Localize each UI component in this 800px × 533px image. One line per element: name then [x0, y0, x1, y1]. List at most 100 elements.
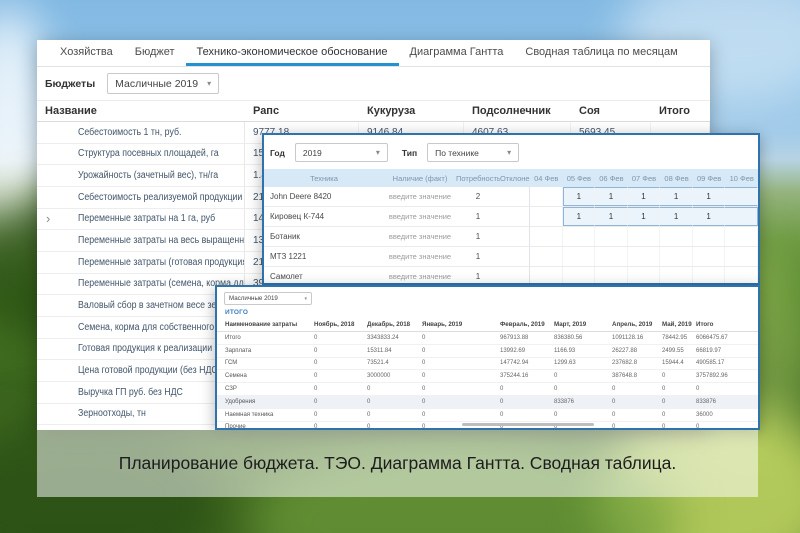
day-cell[interactable]: 1 [628, 207, 661, 226]
day-cell[interactable] [725, 187, 758, 206]
day-cell[interactable] [693, 247, 726, 266]
day-cell[interactable] [563, 267, 596, 285]
tab-gantt-chart[interactable]: Диаграмма Гантта [399, 40, 515, 66]
budget-select[interactable]: Масличные 2019 ▾ [107, 73, 219, 94]
row-label: Зерноотходы, тн [78, 408, 146, 419]
gantt-row[interactable]: John Deere 8420введите значение211111 [264, 187, 758, 207]
gantt-controls: Год 2019 ▾ Тип По технике ▾ [264, 135, 758, 162]
summary-group-label[interactable]: ИТОГО [225, 309, 758, 316]
day-cell[interactable]: 1 [628, 187, 661, 206]
availability-input[interactable]: введите значение [384, 227, 456, 246]
month-cell: 0 [420, 399, 498, 405]
need-cell: 1 [456, 227, 500, 246]
day-cell[interactable] [725, 227, 758, 246]
day-cell[interactable] [563, 247, 596, 266]
summary-row[interactable]: Семена030000000375244.160387648.80375789… [217, 370, 758, 383]
machine-name: John Deere 8420 [264, 187, 384, 206]
cost-name: СЗР [217, 386, 312, 392]
day-cell[interactable] [530, 247, 563, 266]
summary-row[interactable]: СЗР00000000 [217, 383, 758, 396]
day-cell[interactable]: 1 [595, 187, 628, 206]
month-cell: 490585.17 [694, 360, 758, 366]
row-name: Структура посевных площадей, га [37, 144, 245, 165]
day-cell[interactable] [660, 247, 693, 266]
availability-input[interactable]: введите значение [384, 207, 456, 226]
day-cell[interactable] [628, 267, 661, 285]
day-cell[interactable]: 1 [693, 207, 726, 226]
day-cell[interactable] [693, 267, 726, 285]
month-cell: 0 [420, 360, 498, 366]
month-cell: 0 [610, 399, 660, 405]
need-cell: 1 [456, 207, 500, 226]
tab-budget[interactable]: Бюджет [124, 40, 186, 66]
summary-budget-select[interactable]: Масличные 2019 ▾ [224, 292, 312, 305]
day-cell[interactable] [530, 207, 563, 226]
month-cell: 0 [312, 412, 365, 418]
row-label: Себестоимость 1 тн, руб. [78, 127, 181, 138]
summary-row[interactable]: Удобрения000083387600833876 [217, 396, 758, 409]
column-header: Наличие (факт) [384, 174, 456, 183]
month-cell: 6066475.67 [694, 335, 758, 341]
day-cell[interactable] [595, 267, 628, 285]
deviation-cell [500, 207, 530, 226]
availability-input[interactable]: введите значение [384, 267, 456, 285]
month-cell: 3343833.24 [365, 335, 420, 341]
summary-panel: Масличные 2019 ▾ ИТОГО Наименование затр… [215, 285, 760, 430]
day-cell[interactable] [693, 227, 726, 246]
day-cell[interactable]: 1 [563, 207, 596, 226]
column-header: Итого [651, 105, 710, 117]
day-cell[interactable] [530, 267, 563, 285]
availability-input[interactable]: введите значение [384, 187, 456, 206]
day-cell[interactable]: 1 [660, 207, 693, 226]
row-label: Себестоимость реализуемой продукции [78, 192, 242, 203]
horizontal-scrollbar[interactable] [462, 423, 594, 426]
machine-name: МТЗ 1221 [264, 247, 384, 266]
day-cell[interactable] [530, 187, 563, 206]
column-header: Апрель, 2019 [610, 321, 660, 328]
day-cell[interactable] [725, 247, 758, 266]
gantt-row[interactable]: Самолетвведите значение1 [264, 267, 758, 285]
month-cell: 0 [420, 335, 498, 341]
column-header: Ноябрь, 2018 [312, 321, 365, 328]
type-select[interactable]: По технике ▾ [427, 143, 519, 162]
month-cell: 0 [498, 412, 552, 418]
row-name: Переменные затраты (семена, корма для со… [37, 274, 245, 295]
day-cell[interactable] [628, 247, 661, 266]
month-cell: 1299.63 [552, 360, 610, 366]
deviation-cell [500, 267, 530, 285]
column-header: Кукуруза [359, 105, 464, 117]
gantt-row[interactable]: Кировец К-744введите значение111111 [264, 207, 758, 227]
tab-monthly-summary[interactable]: Сводная таблица по месяцам [514, 40, 688, 66]
month-cell: 78442.95 [660, 335, 694, 341]
day-cell[interactable] [595, 227, 628, 246]
year-select[interactable]: 2019 ▾ [295, 143, 388, 162]
column-header: 05 Фев [563, 174, 596, 183]
summary-row[interactable]: Наемная техника000000036000 [217, 409, 758, 422]
availability-input[interactable]: введите значение [384, 247, 456, 266]
day-cell[interactable]: 1 [660, 187, 693, 206]
day-cell[interactable] [595, 247, 628, 266]
summary-budget-value: Масличные 2019 [229, 295, 278, 302]
day-cell[interactable] [530, 227, 563, 246]
expand-arrow-icon[interactable]: › [46, 212, 50, 225]
day-cell[interactable]: 1 [693, 187, 726, 206]
gantt-row[interactable]: МТЗ 1221введите значение1 [264, 247, 758, 267]
row-name: Себестоимость 1 тн, руб. [37, 122, 245, 143]
day-cell[interactable] [628, 227, 661, 246]
tab-farms[interactable]: Хозяйства [49, 40, 124, 66]
day-cell[interactable] [563, 227, 596, 246]
type-label: Тип [402, 148, 417, 158]
day-cell[interactable] [725, 267, 758, 285]
day-cell[interactable] [725, 207, 758, 226]
summary-row[interactable]: Итого03343833.240967913.88836380.5610911… [217, 332, 758, 345]
tab-feasibility[interactable]: Технико-экономическое обоснование [186, 40, 399, 66]
column-header: Потребность [456, 174, 500, 183]
gantt-row[interactable]: Ботаниквведите значение1 [264, 227, 758, 247]
summary-row[interactable]: ГСМ073521.40147742.941299.63237682.81594… [217, 358, 758, 371]
summary-row[interactable]: Зарплата015311.84013992.691166.9326227.8… [217, 345, 758, 358]
day-cell[interactable] [660, 267, 693, 285]
month-cell: 66819.97 [694, 348, 758, 354]
day-cell[interactable]: 1 [563, 187, 596, 206]
day-cell[interactable] [660, 227, 693, 246]
day-cell[interactable]: 1 [595, 207, 628, 226]
